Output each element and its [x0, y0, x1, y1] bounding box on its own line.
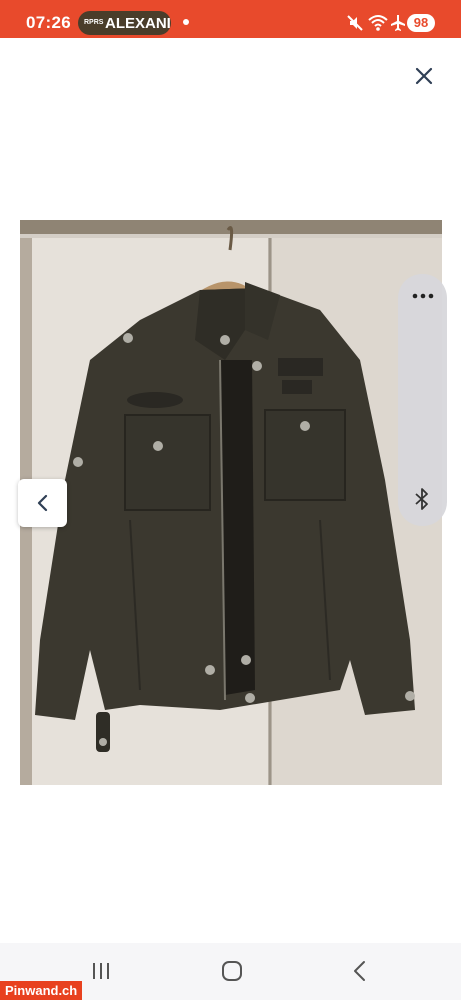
- status-bar: 07:26 RPRS ALEXANI 98: [0, 0, 461, 38]
- mute-icon: [347, 15, 363, 31]
- back-icon[interactable]: [350, 960, 370, 982]
- notification-text: ALEXANI: [105, 15, 171, 32]
- jacket-photo: [20, 220, 442, 785]
- notification-pill[interactable]: RPRS ALEXANI: [78, 11, 171, 35]
- edge-panel[interactable]: [398, 274, 447, 526]
- battery-indicator: 98: [407, 14, 435, 32]
- notification-tag: RPRS: [84, 19, 104, 26]
- home-icon[interactable]: [220, 959, 244, 983]
- chevron-left-icon: [37, 494, 48, 512]
- status-time: 07:26: [26, 13, 71, 32]
- close-icon[interactable]: [410, 62, 438, 90]
- notification-dot: [183, 19, 189, 25]
- prev-image-button[interactable]: [18, 479, 67, 527]
- watermark-label: Pinwand.ch: [0, 981, 83, 1000]
- recents-icon[interactable]: [88, 961, 114, 981]
- bluetooth-icon[interactable]: [412, 487, 432, 511]
- wifi-icon: [368, 15, 388, 31]
- airplane-icon: [391, 15, 405, 31]
- more-icon[interactable]: [412, 292, 434, 300]
